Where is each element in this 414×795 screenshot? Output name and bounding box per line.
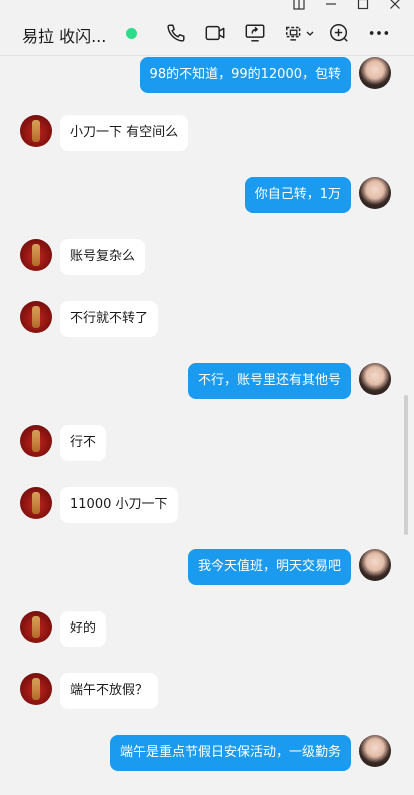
message-bubble-self[interactable]: 不行，账号里还有其他号 — [187, 363, 351, 399]
add-member-icon[interactable] — [328, 22, 350, 44]
chat-message-list[interactable]: 98的不知道，99的12000，包转 小刀一下 有空间么 你自己转，1万 账号复… — [0, 57, 414, 795]
avatar-contact[interactable] — [20, 239, 52, 271]
message-bubble-other[interactable]: 不行就不转了 — [60, 301, 159, 337]
message-bubble-other[interactable]: 端午不放假？ — [60, 673, 159, 709]
video-call-icon[interactable] — [204, 22, 226, 44]
avatar-contact[interactable] — [20, 487, 52, 519]
message-bubble-self[interactable]: 端午是重点节假日安保活动，一级勤务 — [109, 735, 351, 771]
message-bubble-other[interactable]: 小刀一下 有空间么 — [60, 115, 189, 151]
message-bubble-self[interactable]: 你自己转，1万 — [244, 177, 351, 213]
remote-assist-icon[interactable] — [284, 22, 306, 44]
chevron-down-icon[interactable] — [304, 22, 316, 44]
phone-icon[interactable] — [165, 22, 187, 44]
message-bubble-other[interactable]: 行不 — [60, 425, 107, 461]
message-bubble-other[interactable]: 11000 小刀一下 — [60, 487, 178, 523]
chat-scrollbar[interactable] — [404, 395, 408, 535]
avatar-contact[interactable] — [20, 425, 52, 457]
message-bubble-other[interactable]: 好的 — [60, 611, 107, 647]
maximize-icon[interactable] — [354, 0, 372, 12]
avatar-self[interactable] — [359, 177, 391, 209]
avatar-self[interactable] — [359, 363, 391, 395]
avatar-contact[interactable] — [20, 673, 52, 705]
message-bubble-self[interactable]: 98的不知道，99的12000，包转 — [139, 57, 351, 93]
chat-title[interactable]: 易拉 收闪... — [22, 23, 106, 47]
pin-icon[interactable] — [290, 0, 308, 12]
online-status-indicator — [126, 28, 137, 39]
minimize-icon[interactable] — [322, 0, 340, 12]
more-icon[interactable] — [367, 22, 391, 44]
avatar-self[interactable] — [359, 735, 391, 767]
avatar-self[interactable] — [359, 57, 391, 89]
avatar-contact[interactable] — [20, 611, 52, 643]
message-bubble-other[interactable]: 账号复杂么 — [60, 239, 146, 275]
message-bubble-self[interactable]: 我今天值班，明天交易吧 — [187, 549, 351, 585]
avatar-self[interactable] — [359, 549, 391, 581]
avatar-contact[interactable] — [20, 115, 52, 147]
window-controls — [0, 0, 414, 12]
avatar-contact[interactable] — [20, 301, 52, 333]
screen-share-icon[interactable] — [244, 22, 266, 44]
chat-header: 易拉 收闪... — [0, 12, 414, 56]
close-icon[interactable] — [386, 0, 404, 12]
